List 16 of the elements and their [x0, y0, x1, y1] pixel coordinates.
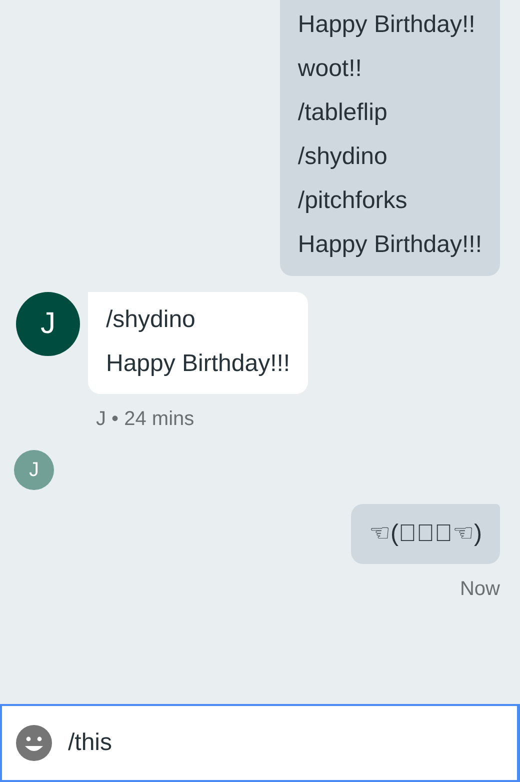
message-text: /tableflip	[298, 98, 388, 128]
emoji-icon[interactable]	[16, 725, 52, 761]
message-text: /shydino	[298, 142, 388, 172]
message-text: ☜(ﾟヮﾟ☜)	[368, 519, 482, 549]
message-meta: J • 24 mins	[96, 407, 196, 432]
message-field[interactable]: /this	[0, 704, 520, 782]
message-text: /pitchforks	[298, 186, 408, 216]
message-text: Happy Birthday!!!	[106, 349, 290, 379]
message-text: /shydino	[106, 305, 196, 335]
avatar: J	[16, 292, 80, 356]
message-time: Now	[460, 577, 500, 602]
message-input[interactable]: /this	[66, 728, 517, 758]
message-text: Happy Birthday!!!	[298, 230, 482, 260]
message-text: Happy Birthday!!	[298, 10, 476, 40]
message-text: woot!!	[298, 54, 363, 84]
avatar: J	[14, 450, 54, 490]
